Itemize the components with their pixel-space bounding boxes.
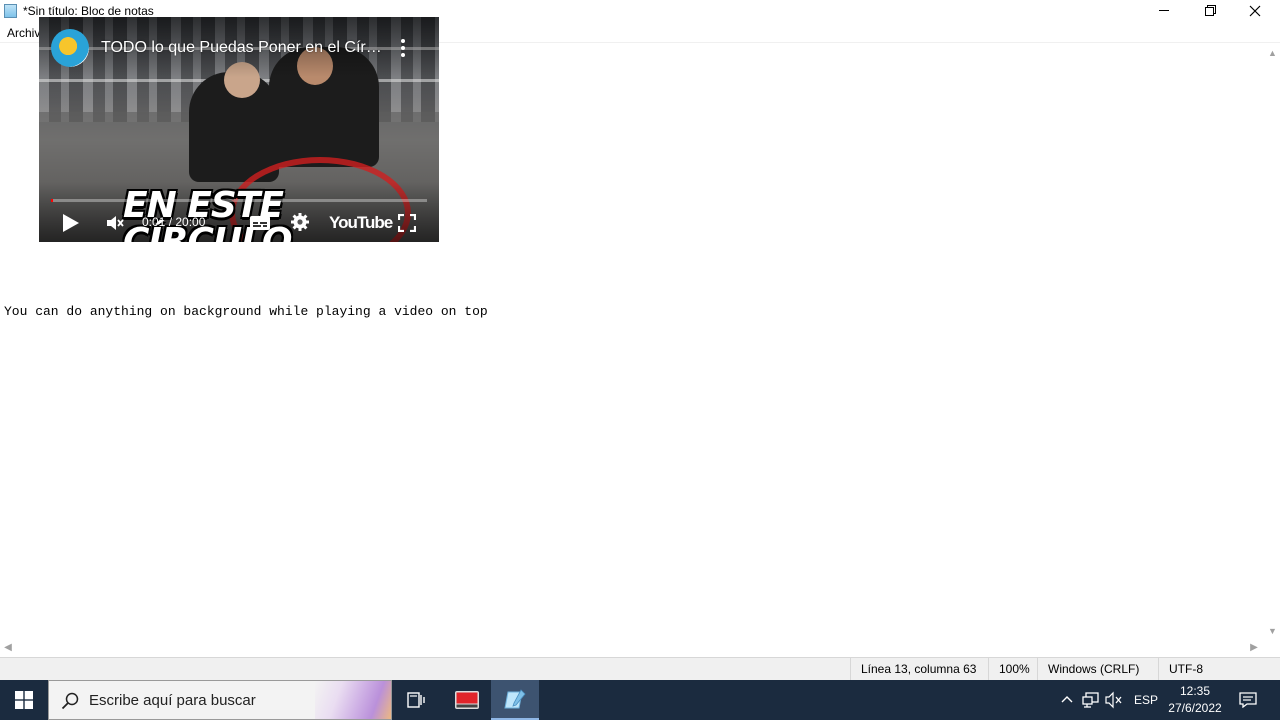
taskbar: Escribe aquí para buscar ESP 12:35 27/6/…	[0, 680, 1280, 720]
video-controls: 0:01 / 20:00 YouTube	[39, 207, 439, 237]
cursor-position: Línea 13, columna 63	[850, 658, 990, 680]
channel-avatar[interactable]	[51, 29, 89, 67]
scroll-up-icon[interactable]: ▲	[1268, 49, 1277, 58]
editor-content[interactable]: You can do anything on background while …	[4, 304, 488, 319]
restore-button[interactable]	[1186, 0, 1232, 22]
video-progress-bar[interactable]	[51, 199, 427, 202]
video-app-icon	[455, 691, 479, 709]
line-endings: Windows (CRLF)	[1037, 658, 1158, 680]
status-bar: Línea 13, columna 63 100% Windows (CRLF)…	[0, 657, 1280, 680]
encoding: UTF-8	[1158, 658, 1280, 680]
taskbar-app-notepad[interactable]	[491, 680, 539, 720]
picture-in-picture-video[interactable]: EN ESTE CÍRCULO TODO lo que Puedas Poner…	[39, 17, 439, 242]
notepad-icon	[4, 4, 17, 18]
mute-icon[interactable]	[105, 214, 125, 232]
video-time: 0:01 / 20:00	[142, 215, 206, 229]
notepad-app-icon	[504, 689, 526, 709]
horizontal-scrollbar[interactable]: ◀ ▶	[0, 640, 1264, 657]
scroll-left-icon[interactable]: ◀	[3, 643, 13, 653]
play-icon[interactable]	[63, 214, 79, 232]
vertical-scrollbar[interactable]: ▲ ▼	[1264, 43, 1280, 640]
clock-date: 27/6/2022	[1168, 701, 1222, 715]
search-icon	[61, 692, 79, 710]
input-language[interactable]: ESP	[1134, 692, 1158, 708]
subtitles-icon[interactable]	[250, 216, 270, 230]
minimize-button[interactable]	[1141, 0, 1187, 22]
search-highlight-illustration	[315, 681, 391, 719]
network-icon[interactable]	[1082, 691, 1100, 709]
taskbar-search[interactable]: Escribe aquí para buscar	[48, 680, 392, 720]
windows-logo-icon	[15, 691, 33, 709]
search-placeholder: Escribe aquí para buscar	[89, 692, 256, 709]
settings-gear-icon[interactable]	[290, 212, 310, 232]
restore-icon-front	[1205, 7, 1214, 16]
clock[interactable]: 12:35 27/6/2022	[1160, 683, 1230, 717]
action-center-button[interactable]	[1231, 680, 1280, 720]
clock-time: 12:35	[1179, 684, 1211, 698]
close-icon	[1249, 5, 1261, 17]
fullscreen-icon[interactable]	[397, 213, 417, 233]
scroll-right-icon[interactable]: ▶	[1249, 643, 1259, 653]
video-progress-fill	[51, 199, 53, 202]
menu-archivo[interactable]: Archiv	[7, 26, 40, 40]
task-view-button[interactable]	[392, 680, 440, 720]
volume-muted-icon[interactable]	[1105, 691, 1123, 709]
close-button[interactable]	[1232, 0, 1278, 22]
zoom-level: 100%	[988, 658, 1037, 680]
task-view-icon	[407, 692, 425, 708]
taskbar-app-video[interactable]	[443, 680, 491, 720]
window-title: *Sin título: Bloc de notas	[23, 4, 154, 18]
show-hidden-icons-chevron-icon[interactable]	[1059, 692, 1075, 708]
start-button[interactable]	[0, 680, 48, 720]
video-title[interactable]: TODO lo que Puedas Poner en el Círculo	[101, 38, 386, 58]
scroll-down-icon[interactable]: ▼	[1268, 627, 1277, 636]
youtube-logo[interactable]: YouTube	[329, 212, 393, 234]
more-options-icon[interactable]	[397, 37, 409, 59]
notifications-icon	[1239, 692, 1257, 708]
